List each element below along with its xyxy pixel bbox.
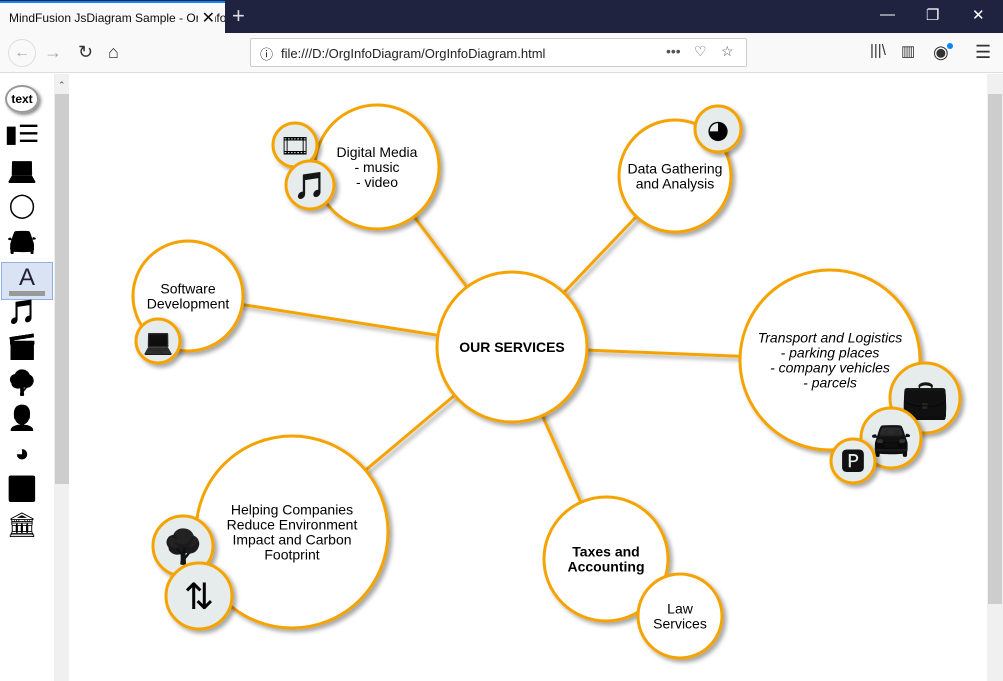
node-software[interactable]: SoftwareDevelopment 💻	[131, 239, 245, 365]
node-transport[interactable]: Transport and Logistics- parking places-…	[738, 268, 962, 485]
canvas-scroll-thumb[interactable]	[988, 94, 1002, 604]
shape-palette: text ▮☰ 💻 ◯ 🚘 A 🎵 🎬 🌳 👤 ◕ 📶 🏛	[0, 74, 55, 681]
back-button[interactable]: ←	[8, 39, 36, 67]
svg-text:🅿: 🅿	[841, 448, 865, 476]
text-bubble-icon: text	[5, 85, 39, 113]
svg-text:🌳: 🌳	[162, 527, 203, 566]
minimize-button[interactable]: —	[880, 6, 895, 23]
node-label-line: Impact and Carbon	[232, 532, 351, 548]
car-icon: 🚘	[7, 227, 37, 255]
palette-item[interactable]: 🏛	[5, 510, 39, 540]
ring-icon: ◯	[8, 192, 36, 219]
title-bar: MindFusion JsDiagram Sample - OrgInfoDia…	[0, 0, 1003, 33]
url-text: file:///D:/OrgInfoDiagram/OrgInfoDiagram…	[281, 46, 546, 61]
node-label-line: Development	[147, 296, 230, 312]
node-our-services[interactable]: OUR SERVICES	[435, 270, 589, 424]
palette-scroll-thumb[interactable]	[55, 94, 69, 484]
palette-item[interactable]: 🚘	[5, 226, 39, 256]
laptop-icon[interactable]: 💻	[134, 317, 182, 365]
contact-card-icon: 👤	[7, 405, 37, 432]
node-data[interactable]: Data Gatheringand Analysis ◕	[617, 104, 743, 234]
nav-bar: ← → ↻ ⌂ ⓘ file:///D:/OrgInfoDiagram/OrgI…	[0, 33, 1003, 73]
node-label: OUR SERVICES	[459, 339, 565, 355]
node-label-line: Data Gathering	[628, 161, 723, 177]
url-bar[interactable]: ⓘ file:///D:/OrgInfoDiagram/OrgInfoDiagr…	[250, 38, 747, 67]
node-media[interactable]: Digital Media- music- video 🎞 🎵	[271, 103, 441, 231]
palette-item[interactable]: text	[5, 84, 39, 114]
library-icon[interactable]: |||\	[870, 42, 886, 59]
node-label-line: - parcels	[803, 375, 857, 391]
node-label-line: Transport and Logistics	[758, 330, 902, 346]
node-law[interactable]: LawServices	[636, 572, 724, 660]
home-button[interactable]: ⌂	[108, 42, 119, 63]
node-label-line: - parking places	[781, 345, 880, 361]
diagram-canvas[interactable]: OUR SERVICES Digital Media- music- video 🎞…	[70, 74, 987, 681]
node-label-line: Services	[653, 616, 707, 632]
node-label-line: Helping Companies	[231, 502, 353, 518]
menu-icon[interactable]: ☰	[975, 42, 991, 63]
palette-item[interactable]: 🎵	[5, 297, 39, 327]
forward-button[interactable]: →	[44, 42, 62, 63]
node-label-line: - video	[356, 174, 398, 190]
palette-item[interactable]: ◕	[5, 439, 39, 469]
node-label-line: - company vehicles	[770, 360, 890, 376]
reload-button[interactable]: ↻	[78, 42, 93, 63]
svg-text:💻: 💻	[143, 328, 173, 356]
node-label-line: Software	[160, 281, 215, 297]
palette-item[interactable]: A	[1, 261, 53, 300]
scroll-up-icon[interactable]: ⌃	[58, 80, 66, 91]
node-label-line: and Analysis	[636, 176, 715, 192]
tab-title: MindFusion JsDiagram Sample - OrgInfoDia…	[9, 11, 225, 25]
browser-tab[interactable]: MindFusion JsDiagram Sample - OrgInfoDia…	[0, 1, 225, 33]
palette-item[interactable]: 📶	[5, 475, 39, 505]
node-label-line: - music	[354, 159, 399, 175]
person-tree-icon: 🌳	[7, 369, 37, 397]
palette-item[interactable]: 👤	[5, 404, 39, 434]
notification-dot	[947, 43, 953, 49]
music-library-icon: 🎵	[7, 298, 37, 326]
sidebar-icon[interactable]: ▥	[901, 42, 915, 60]
clapperboard-icon: 🎬	[7, 334, 37, 361]
node-label-line: Accounting	[568, 559, 645, 575]
svg-text:🎞: 🎞	[280, 132, 311, 160]
bookmark-star-icon[interactable]: ☆	[721, 43, 734, 60]
close-tab-icon[interactable]: ✕	[197, 8, 215, 28]
palette-item[interactable]: 🎬	[5, 333, 39, 363]
parking-icon[interactable]: 🅿	[829, 437, 877, 485]
pocket-icon[interactable]: ♡	[694, 43, 707, 60]
palette-item[interactable]: 💻	[5, 155, 39, 185]
laptop-icon: 💻	[7, 156, 37, 184]
svg-text:⇅: ⇅	[184, 575, 214, 618]
node-label-line: Footprint	[264, 547, 319, 563]
node-label-line: Digital Media	[337, 144, 418, 160]
router-icon: 📶	[7, 476, 37, 503]
recycle-arrows-icon[interactable]: ⇅	[164, 561, 234, 631]
bank-icon: 🏛	[6, 511, 38, 539]
node-label-line: Law	[667, 601, 694, 617]
palette-item[interactable]: 🌳	[5, 368, 39, 398]
info-icon[interactable]: ⓘ	[260, 44, 273, 63]
close-window-button[interactable]: ✕	[972, 6, 985, 24]
svg-text:🎵: 🎵	[294, 171, 327, 202]
pie-chart-icon[interactable]: ◕	[693, 104, 743, 154]
music-icon[interactable]: 🎵	[284, 159, 336, 211]
restore-button[interactable]: ❐	[926, 6, 939, 24]
new-tab-button[interactable]: +	[232, 3, 245, 29]
svg-text:◕: ◕	[707, 115, 729, 144]
palette-scrollbar[interactable]: ⌃	[55, 74, 69, 681]
newspaper-icon: ▮☰	[4, 121, 40, 148]
palette-item[interactable]: ◯	[5, 191, 39, 221]
canvas-scrollbar[interactable]	[987, 74, 1003, 681]
text-format-icon: A	[9, 265, 45, 296]
more-actions-icon[interactable]: •••	[666, 43, 681, 59]
node-env[interactable]: Helping CompaniesReduce EnvironmentImpac…	[151, 434, 390, 631]
node-label-line: Reduce Environment	[227, 517, 358, 533]
node-label-line: Taxes and	[572, 544, 639, 560]
palette-item[interactable]: ▮☰	[4, 120, 40, 150]
svg-text:🚘: 🚘	[870, 419, 911, 458]
pie-chart-icon: ◕	[14, 440, 30, 467]
